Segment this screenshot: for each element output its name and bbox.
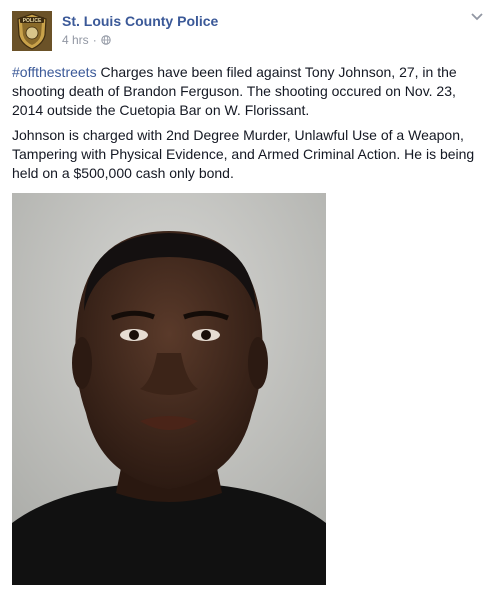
- globe-icon[interactable]: [100, 35, 111, 45]
- mugshot-photo[interactable]: [12, 193, 326, 585]
- post-text-paragraph-2: Johnson is charged with 2nd Degree Murde…: [12, 127, 475, 181]
- post-meta: 4 hrs ·: [62, 33, 111, 47]
- author-name-link[interactable]: St. Louis County Police: [62, 13, 218, 29]
- post-text-paragraph-1: #offthestreets Charges have been filed a…: [12, 63, 484, 120]
- chevron-down-icon[interactable]: [470, 12, 484, 22]
- hashtag-link[interactable]: #offthestreets: [12, 64, 97, 80]
- badge-text: POLICE: [23, 18, 42, 24]
- meta-separator: ·: [92, 33, 97, 47]
- post-timestamp[interactable]: 4 hrs: [62, 33, 89, 47]
- page-avatar[interactable]: POLICE: [12, 11, 52, 51]
